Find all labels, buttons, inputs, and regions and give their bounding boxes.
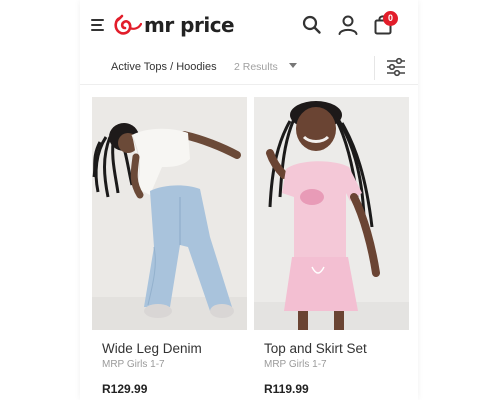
logo-text: mr price	[144, 13, 235, 37]
product-image[interactable]	[92, 97, 247, 330]
product-brand: MRP Girls 1-7	[102, 359, 165, 370]
app-screen: mr price 0 Active Tops / Hoodies 2 Resul…	[80, 0, 418, 400]
product-name[interactable]: Top and Skirt Set	[254, 341, 409, 356]
product-image[interactable]	[254, 97, 409, 330]
product-price: R129.99	[102, 382, 148, 396]
product-price: R119.99	[264, 382, 309, 396]
category-breadcrumb[interactable]: Active Tops / Hoodies	[111, 61, 217, 73]
product-card[interactable]: Wide Leg Denim MRP Girls 1-7 R129.99	[92, 97, 247, 396]
dropdown-caret-icon[interactable]	[289, 63, 297, 68]
results-count: 2 Results	[234, 61, 278, 73]
filter-sliders-icon[interactable]	[385, 56, 407, 78]
mr-price-logo[interactable]: mr price	[114, 12, 235, 38]
top-navigation-bar: mr price 0	[80, 0, 418, 50]
product-brand: MRP Girls 1-7	[264, 359, 327, 370]
search-icon[interactable]	[300, 13, 324, 37]
filter-divider	[374, 56, 375, 80]
bag-count-badge: 0	[383, 11, 398, 26]
hamburger-menu-icon[interactable]	[91, 19, 104, 31]
account-icon[interactable]	[336, 13, 360, 37]
filter-bar: Active Tops / Hoodies 2 Results	[80, 50, 418, 85]
product-card[interactable]: Top and Skirt Set MRP Girls 1-7 R119.99	[254, 97, 409, 396]
product-name[interactable]: Wide Leg Denim	[92, 341, 247, 356]
logo-mark-icon	[114, 14, 142, 35]
